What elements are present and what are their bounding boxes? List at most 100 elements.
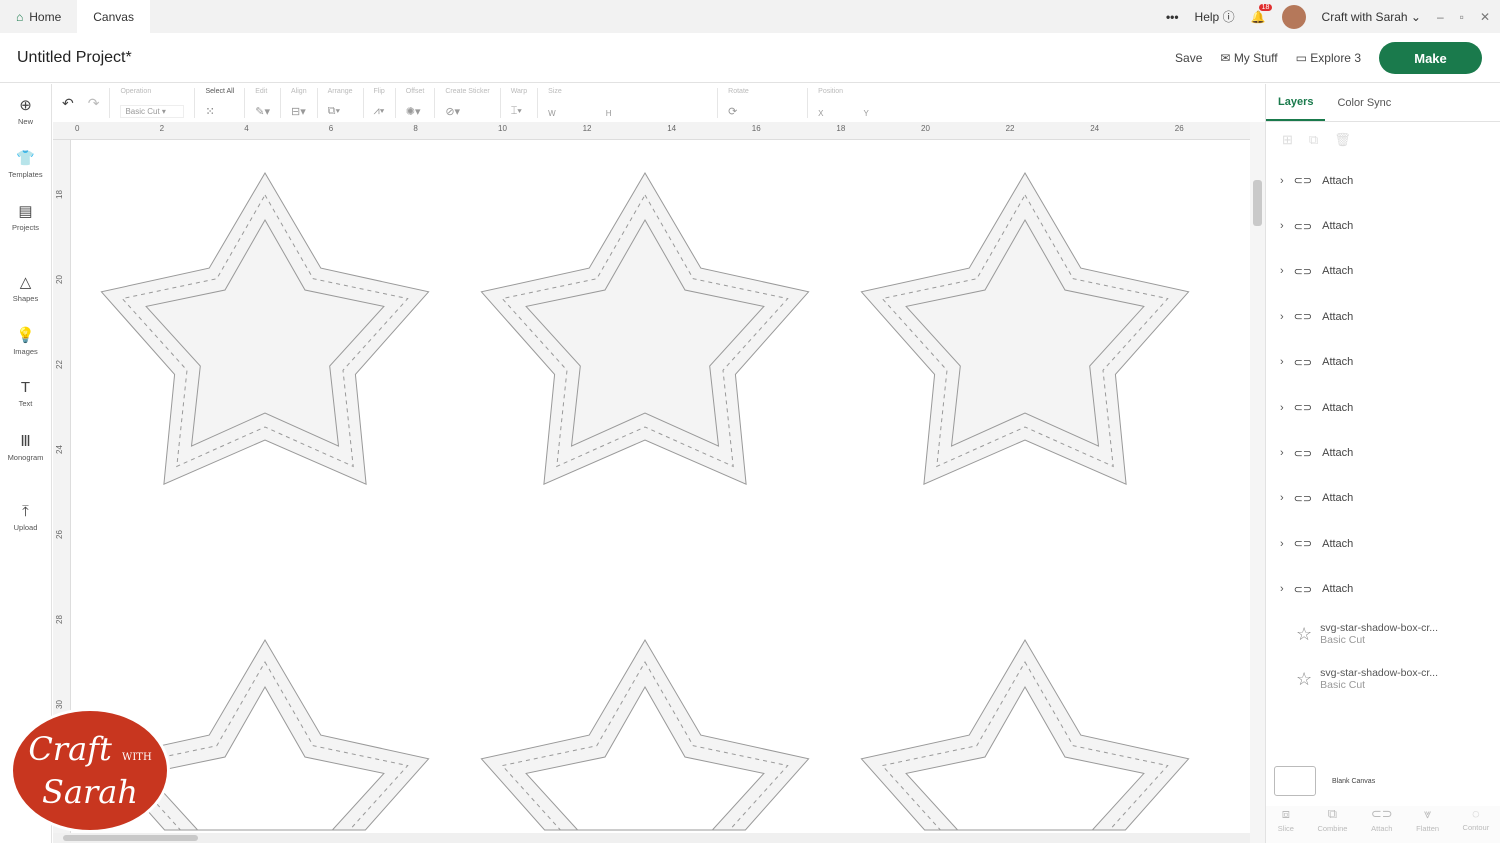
tool-label: Combine [1317, 824, 1348, 833]
x-input[interactable]: X [818, 109, 823, 118]
delete-icon[interactable]: 🗑 [1334, 132, 1351, 148]
contour-icon: ◌ [1472, 806, 1480, 821]
chevron-right-icon[interactable]: › [1280, 447, 1284, 459]
combine-button[interactable]: ⧉ Combine [1317, 806, 1347, 843]
sidebar-item-monogram[interactable]: Ⅲ Monogram [0, 420, 51, 473]
user-name: Craft with Sarah [1321, 9, 1408, 24]
sidebar-item-templates[interactable]: 👕 Templates [0, 137, 51, 190]
tool-label: Flatten [1416, 824, 1440, 833]
star-shadow-box-piece[interactable] [860, 172, 1190, 485]
chevron-right-icon[interactable]: › [1280, 311, 1284, 323]
star-shadow-box-piece[interactable] [100, 172, 430, 485]
attach-icon: ⊂⊃ [1293, 175, 1313, 188]
create-sticker-group[interactable]: Create Sticker ⊘▾ [435, 88, 501, 118]
layer-name: svg-star-shadow-box-cr... [1320, 667, 1439, 680]
more-button[interactable]: ••• [1166, 10, 1179, 24]
rotate-label: Rotate [728, 88, 749, 95]
attach-icon: ⊂⊃ [1293, 265, 1313, 278]
sidebar-item-text[interactable]: T Text [0, 367, 51, 420]
chevron-right-icon[interactable]: › [1280, 220, 1284, 232]
layer-attach-group[interactable]: › ⊂⊃ Attach [1266, 567, 1500, 612]
redo-button[interactable]: ↷ [88, 95, 100, 112]
flip-label: Flip [373, 88, 385, 95]
layer-attach-group[interactable]: › ⊂⊃ Attach [1266, 476, 1500, 521]
layer-attach-group[interactable]: › ⊂⊃ Attach [1266, 430, 1500, 475]
offset-group[interactable]: Offset ✺▾ [396, 88, 436, 118]
operation-group: Operation Basic Cut ▾ [110, 88, 196, 118]
layer-attach-group[interactable]: › ⊂⊃ Attach [1266, 385, 1500, 430]
sidebar-item-new[interactable]: ⊕ New [0, 84, 51, 137]
group-icon[interactable]: ⊞ [1282, 132, 1293, 148]
layer-item[interactable]: ☆ svg-star-shadow-box-cr... Basic Cut [1266, 657, 1500, 702]
sidebar-item-shapes[interactable]: △ Shapes [0, 261, 51, 314]
tab-layers[interactable]: Layers [1266, 84, 1326, 121]
undo-button[interactable]: ↶ [62, 95, 74, 112]
layer-attach-group[interactable]: › ⊂⊃ Attach [1266, 340, 1500, 385]
duplicate-icon[interactable]: ⧉ [1309, 132, 1318, 148]
save-button[interactable]: Save [1175, 51, 1202, 65]
scroll-thumb[interactable] [1253, 180, 1262, 226]
chevron-right-icon[interactable]: › [1280, 492, 1284, 504]
chevron-right-icon[interactable]: › [1280, 583, 1284, 595]
close-button[interactable]: ✕ [1480, 10, 1490, 24]
sidebar-item-projects[interactable]: ▤ Projects [0, 190, 51, 243]
layer-attach-group[interactable]: › ⊂⊃ Attach [1266, 158, 1500, 203]
align-group[interactable]: Align ⊟▾ [281, 88, 318, 118]
height-input[interactable]: H [606, 109, 612, 118]
edit-label: Edit [255, 88, 268, 95]
project-title[interactable]: Untitled Project* [17, 49, 132, 67]
layer-item[interactable]: ☆ svg-star-shadow-box-cr... Basic Cut [1266, 612, 1500, 657]
new-icon: ⊕ [19, 96, 32, 114]
layer-attach-group[interactable]: › ⊂⊃ Attach [1266, 203, 1500, 248]
chevron-right-icon[interactable]: › [1280, 265, 1284, 277]
tab-canvas[interactable]: Canvas [77, 0, 150, 33]
flip-group[interactable]: Flip ⩘▾ [364, 88, 396, 118]
flatten-button[interactable]: ⩔ Flatten [1416, 806, 1439, 843]
scroll-thumb[interactable] [63, 835, 198, 841]
design-canvas[interactable]: 0 2 4 6 8 10 12 14 16 18 20 22 24 26 18 20 22 24 26 28 30 [53, 122, 1265, 843]
sidebar-item-upload[interactable]: ⤒ Upload [0, 491, 51, 544]
slice-button[interactable]: ⧈ Slice [1278, 806, 1294, 843]
tab-home[interactable]: ⌂ Home [0, 0, 77, 33]
make-button[interactable]: Make [1379, 42, 1482, 74]
tab-color-sync[interactable]: Color Sync [1325, 84, 1403, 121]
avatar[interactable] [1281, 4, 1306, 29]
contour-button[interactable]: ◌ Contour [1463, 806, 1490, 843]
star-shadow-box-piece[interactable] [480, 639, 810, 831]
arrange-group[interactable]: Arrange ⧉▾ [318, 88, 364, 118]
width-input[interactable]: W [548, 109, 556, 118]
user-menu[interactable]: Craft with Sarah ⌄ [1322, 10, 1421, 24]
layer-attach-group[interactable]: › ⊂⊃ Attach [1266, 294, 1500, 339]
select-all-label: Select All [205, 88, 235, 95]
y-input[interactable]: Y [864, 109, 869, 118]
chevron-right-icon[interactable]: › [1280, 175, 1284, 187]
sidebar-item-images[interactable]: 💡 Images [0, 314, 51, 367]
operation-select[interactable]: Basic Cut ▾ [120, 105, 185, 118]
edit-group[interactable]: Edit ✎▾ [245, 88, 282, 118]
chevron-right-icon[interactable]: › [1280, 402, 1284, 414]
layer-attach-group[interactable]: › ⊂⊃ Attach [1266, 521, 1500, 566]
select-all-group[interactable]: Select All ⁙ [195, 88, 246, 118]
layer-label: Attach [1322, 310, 1354, 323]
chevron-right-icon[interactable]: › [1280, 356, 1284, 368]
vertical-scrollbar[interactable] [1250, 122, 1265, 843]
machine-button[interactable]: ▭ Explore 3 [1296, 51, 1361, 65]
horizontal-scrollbar[interactable] [53, 833, 1250, 843]
chevron-right-icon[interactable]: › [1280, 538, 1284, 550]
attach-button[interactable]: ⊂⊃ Attach [1371, 806, 1393, 843]
my-stuff-button[interactable]: ✉ My Stuff [1220, 51, 1277, 65]
machine-label: Explore 3 [1310, 51, 1361, 65]
notifications-button[interactable]: 🔔 18 [1251, 3, 1273, 24]
sidebar-label: Shapes [12, 293, 39, 303]
layer-attach-group[interactable]: › ⊂⊃ Attach [1266, 249, 1500, 294]
star-shadow-box-piece[interactable] [480, 172, 810, 485]
attach-icon: ⊂⊃ [1370, 806, 1393, 821]
help-button[interactable]: Help ⓘ [1195, 8, 1235, 25]
minimize-button[interactable]: – [1437, 10, 1444, 24]
warp-group[interactable]: Warp ⌶▾ [501, 88, 539, 118]
rotate-input[interactable]: ⟳ [728, 105, 797, 118]
layer-name: svg-star-shadow-box-cr... [1320, 622, 1439, 635]
maximize-button[interactable]: ▫ [1460, 10, 1464, 24]
blank-canvas-layer[interactable]: Blank Canvas [1274, 766, 1375, 796]
star-shadow-box-piece[interactable] [860, 639, 1190, 831]
